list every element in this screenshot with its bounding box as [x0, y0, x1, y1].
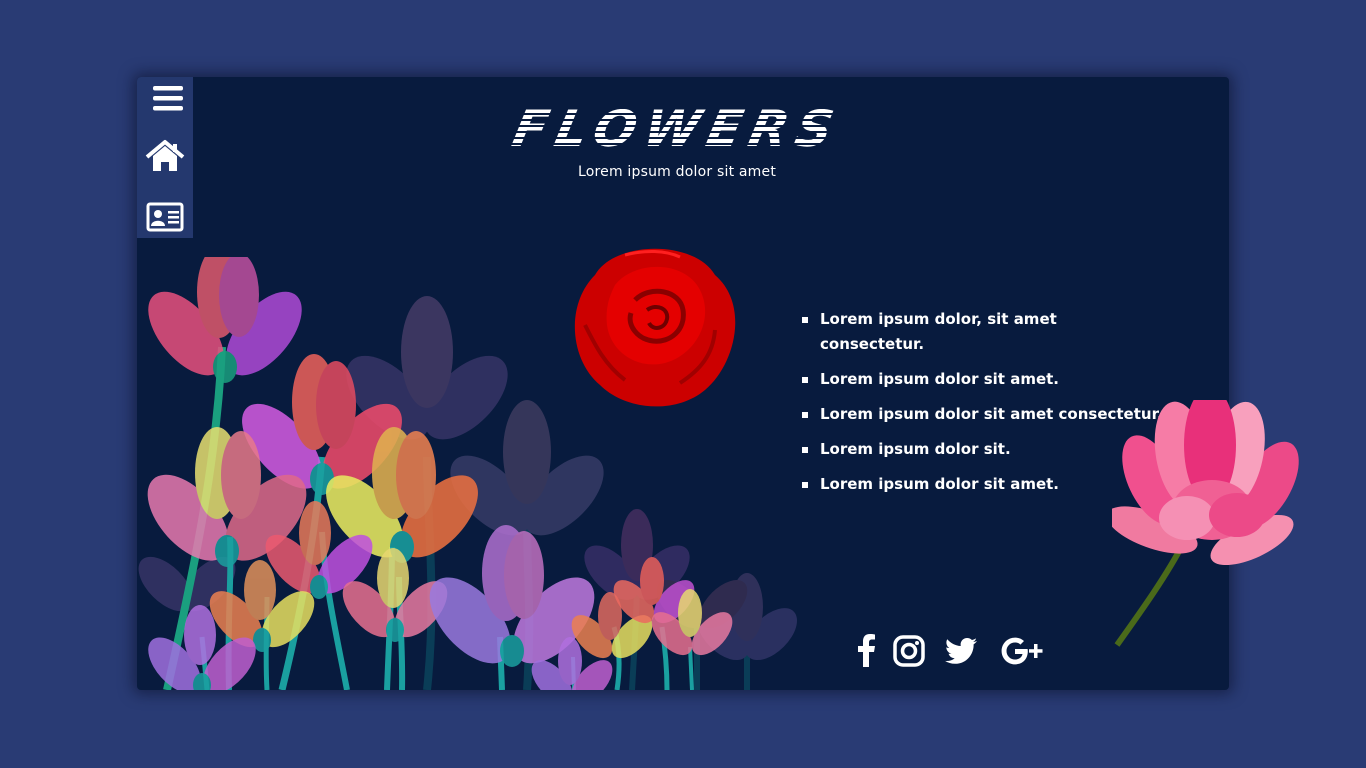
instagram-link[interactable]: [891, 633, 927, 669]
twitter-link[interactable]: [943, 633, 979, 669]
header: FLOWERS Lorem ipsum dolor sit amet: [467, 100, 887, 180]
google-plus-link[interactable]: [1001, 633, 1045, 669]
main-card: FLOWERS Lorem ipsum dolor sit amet Lorem…: [137, 77, 1299, 690]
card-content: FLOWERS Lorem ipsum dolor sit amet Lorem…: [137, 77, 1229, 690]
home-button[interactable]: [145, 137, 185, 177]
home-icon: [145, 140, 185, 171]
facebook-icon: [858, 634, 875, 667]
list-item: Lorem ipsum dolor sit amet.: [802, 367, 1182, 392]
contact-card-icon: [146, 202, 184, 232]
facebook-link[interactable]: [849, 633, 885, 669]
menu-icon: [153, 86, 183, 111]
pink-lotus-image: [1112, 400, 1299, 647]
menu-button[interactable]: [145, 79, 185, 119]
twitter-icon: [945, 638, 977, 664]
contact-button[interactable]: [145, 197, 185, 237]
list-item: Lorem ipsum dolor, sit amet consectetur.: [802, 307, 1060, 357]
red-rose-image: [574, 248, 736, 407]
instagram-icon: [893, 635, 925, 667]
page-title: FLOWERS: [461, 100, 892, 158]
sidebar: [137, 77, 193, 238]
google-plus-icon: [1001, 637, 1043, 665]
page-subtitle: Lorem ipsum dolor sit amet: [577, 164, 777, 180]
